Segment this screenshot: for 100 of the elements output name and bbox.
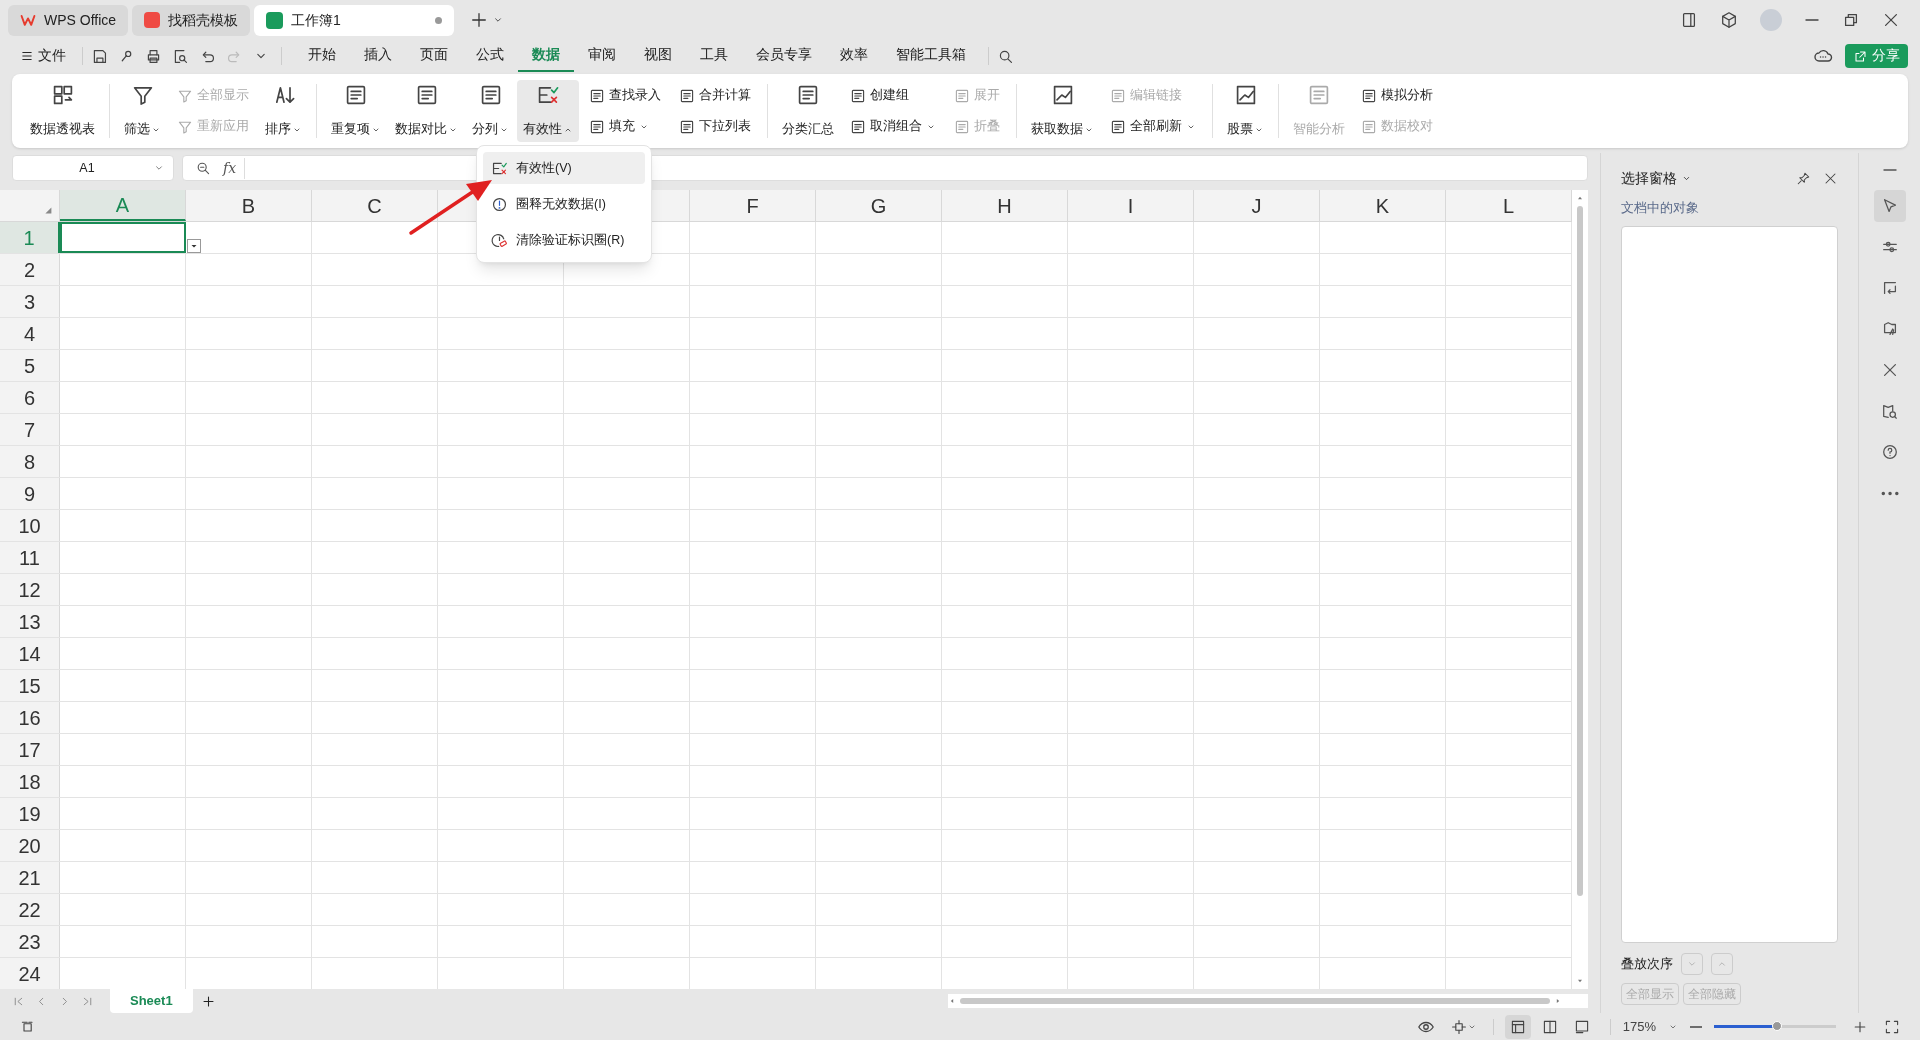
ribbon-button[interactable]: 合并计算 <box>675 83 755 108</box>
ribbon-button[interactable]: 填充 <box>585 114 665 139</box>
ribbon-button[interactable]: 下拉列表 <box>675 114 755 139</box>
column-header[interactable]: F <box>690 190 816 221</box>
menu-item[interactable]: 清除验证标识圈(R) <box>483 224 645 256</box>
ribbon-button[interactable]: 数据对比 <box>389 80 464 142</box>
row-header[interactable]: 3 <box>0 286 60 317</box>
cube-icon <box>1720 11 1738 29</box>
ribbon-button[interactable]: 股票 <box>1221 80 1270 142</box>
file-menu[interactable]: 文件 <box>12 43 74 69</box>
split-view-icon <box>1541 1018 1558 1035</box>
menu-item[interactable]: 有效性(V) <box>483 152 645 184</box>
row-header[interactable]: 8 <box>0 446 60 477</box>
zoom-dropdown[interactable]: 175% <box>1622 1016 1678 1037</box>
horizontal-scrollbar[interactable] <box>948 994 1588 1008</box>
ribbon-button[interactable]: 查找录入 <box>585 83 665 108</box>
dropdown-button[interactable] <box>187 239 201 253</box>
fullscreen-icon <box>1884 1018 1900 1035</box>
function-label[interactable]: fx <box>223 157 246 179</box>
row-header[interactable]: 6 <box>0 382 60 413</box>
column-header[interactable]: B <box>186 190 312 221</box>
menu-tab[interactable]: 智能工具箱 <box>882 40 980 72</box>
cube-button[interactable] <box>1720 11 1738 29</box>
row-header[interactable]: 16 <box>0 702 60 733</box>
row-header[interactable]: 13 <box>0 606 60 637</box>
row-header[interactable]: 19 <box>0 798 60 829</box>
row-header[interactable]: 4 <box>0 318 60 349</box>
ribbon-button[interactable]: 重复项 <box>325 80 387 142</box>
book-search-icon <box>1880 402 1899 420</box>
row-header[interactable]: 14 <box>0 638 60 669</box>
row-header[interactable]: 17 <box>0 734 60 765</box>
row-header[interactable]: 5 <box>0 350 60 381</box>
share-button[interactable]: 分享 <box>1845 44 1908 68</box>
restore-button[interactable] <box>1842 11 1860 29</box>
row-header[interactable]: 9 <box>0 478 60 509</box>
row-header[interactable]: 20 <box>0 830 60 861</box>
row-header[interactable]: 15 <box>0 670 60 701</box>
ribbon-button[interactable]: 取消组合 <box>846 114 940 139</box>
close-button[interactable] <box>1882 11 1900 29</box>
pin-button[interactable] <box>1796 170 1811 186</box>
minimize-button[interactable] <box>1804 19 1820 21</box>
menu-tab[interactable]: 页面 <box>406 40 462 72</box>
fullscreen-button[interactable] <box>1884 1018 1900 1035</box>
window-tab[interactable]: 工作簿1 <box>254 4 455 36</box>
menu-tab[interactable]: 数据 <box>518 40 574 72</box>
layout-button[interactable] <box>1680 11 1698 29</box>
preview-button[interactable] <box>172 47 189 65</box>
ribbon-button[interactable]: 创建组 <box>846 83 940 108</box>
vertical-scrollbar[interactable] <box>1572 190 1588 989</box>
name-box[interactable]: A1 <box>12 155 174 181</box>
column-header[interactable]: C <box>312 190 438 221</box>
row-header[interactable]: 10 <box>0 510 60 541</box>
focus-button[interactable] <box>1450 1018 1477 1035</box>
ribbon-button[interactable]: 分类汇总 <box>776 80 840 142</box>
ribbon-button[interactable]: 获取数据 <box>1025 80 1100 142</box>
row-header[interactable]: 18 <box>0 766 60 797</box>
row-header[interactable]: 24 <box>0 958 60 989</box>
menu-tab[interactable]: 会员专享 <box>742 40 826 72</box>
scroll-right-icon <box>1554 997 1562 1005</box>
row-header[interactable]: 23 <box>0 926 60 957</box>
more-icon <box>1880 490 1899 496</box>
row-header[interactable]: 2 <box>0 254 60 285</box>
menu-tab[interactable]: 审阅 <box>574 40 630 72</box>
list-icon <box>954 87 970 104</box>
column-header[interactable]: G <box>816 190 942 221</box>
print-button[interactable] <box>145 47 162 65</box>
menu-tab[interactable]: 公式 <box>462 40 518 72</box>
add-sheet-button[interactable] <box>200 993 216 1009</box>
pane-subtitle: 文档中的对象 <box>1621 200 1700 217</box>
row-header[interactable]: 11 <box>0 542 60 573</box>
menu-tab[interactable]: 插入 <box>350 40 406 72</box>
column-header[interactable]: I <box>1068 190 1194 221</box>
row-header[interactable]: 7 <box>0 414 60 445</box>
tool-button[interactable] <box>1873 190 1906 222</box>
zoom-button[interactable] <box>195 160 211 176</box>
window-tab[interactable]: WPS Office <box>8 4 129 36</box>
zoom-slider-thumb[interactable] <box>1772 1021 1783 1031</box>
menu-tab[interactable]: 开始 <box>294 40 350 72</box>
pane-title[interactable]: 选择窗格 <box>1621 167 1692 189</box>
ribbon-button[interactable]: 分列 <box>466 80 515 142</box>
row-header[interactable]: 22 <box>0 894 60 925</box>
ribbon-button[interactable]: 排序 <box>259 80 308 142</box>
row-header[interactable]: 21 <box>0 862 60 893</box>
menu-tab[interactable]: 工具 <box>686 40 742 72</box>
row-header[interactable]: 12 <box>0 574 60 605</box>
save-button[interactable] <box>91 47 108 65</box>
column-header[interactable]: K <box>1320 190 1446 221</box>
ribbon-button[interactable]: 模拟分析 <box>1357 83 1437 108</box>
ribbon-button[interactable]: 全部刷新 <box>1106 114 1200 139</box>
menu-tab[interactable]: 视图 <box>630 40 686 72</box>
sheet-tab[interactable]: Sheet1 <box>110 989 193 1013</box>
column-header[interactable]: H <box>942 190 1068 221</box>
column-header[interactable]: J <box>1194 190 1320 221</box>
menu-item[interactable]: 圈释无效数据(I) <box>483 188 645 220</box>
view-button[interactable] <box>1504 1014 1531 1039</box>
ribbon-button[interactable]: 有效性 <box>517 80 579 142</box>
window-tab[interactable]: 找稻壳模板 <box>132 4 251 36</box>
menu-tab[interactable]: 效率 <box>826 40 882 72</box>
ribbon-button[interactable]: 筛选 <box>118 80 167 142</box>
ribbon-button[interactable]: 数据透视表 <box>24 80 101 142</box>
